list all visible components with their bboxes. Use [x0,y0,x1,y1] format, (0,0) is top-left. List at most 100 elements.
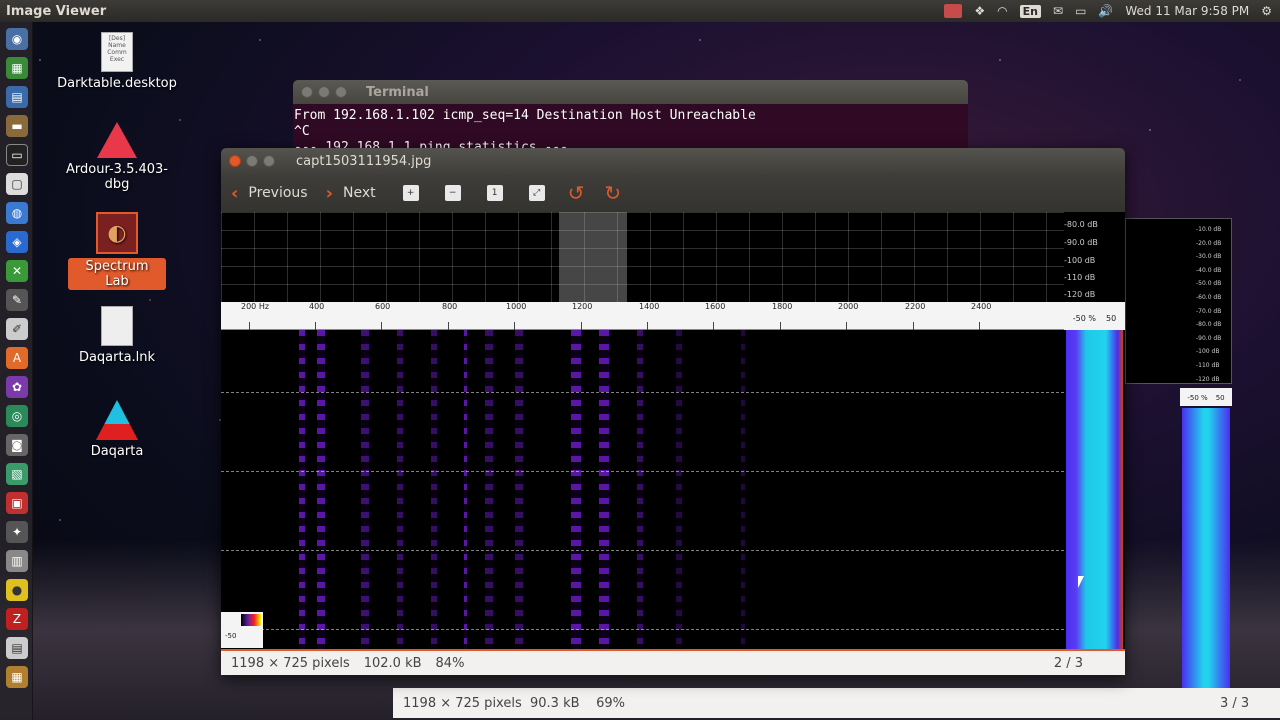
normal-size-button[interactable]: 1 [486,185,503,201]
ardour-logo-icon [97,122,137,158]
chrome-app-icon[interactable]: ◎ [6,405,28,427]
desktop-icon-label: Daqarta.lnk [78,350,156,365]
zoom-level: 69% [596,695,625,711]
satellite-dish-icon: ◐ [96,212,138,254]
desktop-icon-label: Daqarta [90,444,144,459]
record-indicator-icon[interactable] [944,4,963,18]
media-app-icon[interactable]: ▣ [6,492,28,514]
tools-app-icon[interactable]: ✕ [6,260,28,282]
browser-app-icon[interactable]: ◍ [6,202,28,224]
zoom-in-button[interactable]: + [402,185,419,201]
viewer-titlebar[interactable]: capt1503111954.jpg [221,148,1125,174]
desktop-icon-spectrum-lab[interactable]: ◐ Spectrum Lab [68,212,166,290]
level-meter-ruler: -50 % 50 [1064,302,1125,330]
color-app-icon[interactable]: ✿ [6,376,28,398]
maximize-icon[interactable] [335,86,347,98]
desktop-icon-ardour[interactable]: Ardour-3.5.403-dbg [54,122,180,192]
waterfall-marker-line [221,550,1064,551]
level-meter [1066,330,1123,649]
terminal-app-icon[interactable]: ▭ [6,144,28,166]
close-icon[interactable] [229,155,241,167]
desktop-icon-daqarta-lnk[interactable]: Daqarta.lnk [76,306,158,365]
waterfall-trace [599,330,609,649]
spectrum-grid [221,212,1064,302]
waterfall-trace [676,330,682,649]
image-viewer-window[interactable]: capt1503111954.jpg ‹ Previous › Next + −… [221,148,1125,675]
rotate-left-button[interactable]: ↺ [568,181,585,205]
rotate-right-button[interactable]: ↻ [604,181,621,205]
bulb-app-icon[interactable]: ● [6,579,28,601]
image-file-size: 102.0 kB [363,655,422,671]
mouse-pointer [1078,576,1084,588]
active-app-title: Image Viewer [6,3,107,19]
notes-app-icon[interactable]: ✐ [6,318,28,340]
spreadsheet-app-icon[interactable]: ▦ [6,57,28,79]
daqarta-logo-icon [96,400,138,440]
wand-app-icon[interactable]: ✦ [6,521,28,543]
image-dimensions: 1198 × 725 pixels [231,655,350,671]
waterfall-trace [299,330,305,649]
filezilla-app-icon[interactable]: Z [6,608,28,630]
waterfall-trace [464,330,467,649]
next-button[interactable]: › Next [326,183,376,204]
back-meter-ruler: -50 % 50 [1180,388,1232,406]
network-app-icon[interactable]: ◈ [6,231,28,253]
frequency-selection-highlight [559,212,627,302]
writer-app-icon[interactable]: ▤ [6,86,28,108]
mail-app-icon[interactable]: ▤ [6,637,28,659]
waterfall-trace [485,330,493,649]
clock[interactable]: Wed 11 Mar 9:58 PM [1125,4,1249,18]
battery-icon[interactable]: ▭ [1075,4,1086,18]
previous-label: Previous [248,185,308,201]
waterfall-trace [361,330,369,649]
printer-app-icon[interactable]: ▥ [6,550,28,572]
desktop-icon-label: Spectrum Lab [68,258,166,290]
minimize-icon[interactable] [246,155,258,167]
waterfall-trace [515,330,523,649]
maximize-icon[interactable] [263,155,275,167]
image-counter: 3 / 3 [1220,695,1250,711]
waterfall-trace [317,330,325,649]
waterfall-trace [397,330,403,649]
mail-icon[interactable]: ✉ [1053,4,1063,18]
best-fit-button[interactable]: ⤢ [528,185,545,201]
previous-button[interactable]: ‹ Previous [231,183,308,204]
waterfall-trace [741,330,745,649]
camera-app-icon[interactable]: ◙ [6,434,28,456]
minimize-icon[interactable] [318,86,330,98]
gear-icon[interactable]: ⚙ [1261,4,1272,18]
image-dimensions: 1198 × 725 pixels [403,695,522,711]
top-panel: Image Viewer ❖ ◠ En ✉ ▭ 🔊 Wed 11 Mar 9:5… [0,0,1280,22]
trash-icon[interactable]: ▦ [6,666,28,688]
zoom-out-button[interactable]: − [444,185,461,201]
files-app-icon[interactable]: ▬ [6,115,28,137]
desktop-icon-label: Darktable.desktop [57,76,177,91]
desktop-icon-daqarta[interactable]: Daqarta [88,400,146,459]
waterfall-trace [571,330,581,649]
image-file-size: 90.3 kB [530,695,580,711]
volume-icon[interactable]: 🔊 [1098,4,1113,18]
desktop-icon-darktable[interactable]: [Des] Name Comm Exec Darktable.desktop [56,32,178,91]
next-label: Next [343,185,376,201]
back-db-scale: -10.0 dB -20.0 dB -30.0 dB -40.0 dB -50.0 dB… [1196,226,1222,383]
back-spectrum-plot: -10.0 dB -20.0 dB -30.0 dB -40.0 dB -50.0 dB… [1125,218,1232,384]
image-canvas[interactable]: -80.0 dB -90.0 dB -100 dB -110 dB -120 d… [221,212,1125,649]
close-icon[interactable] [301,86,313,98]
waterfall-trace [431,330,437,649]
dropbox-icon[interactable]: ❖ [974,4,985,18]
db-scale: -80.0 dB -90.0 dB -100 dB -110 dB -120 d… [1064,220,1098,299]
terminal-titlebar[interactable]: Terminal [293,80,968,104]
keyboard-layout-indicator[interactable]: En [1019,4,1041,18]
waterfall-marker-line [221,392,1064,393]
waterfall-trace [637,330,643,649]
frequency-ruler: 200 Hz 400 600 800 1000 1200 1400 1600 1… [221,302,1064,330]
viewer-status-bar: 1198 × 725 pixels 102.0 kB 84% 2 / 3 [221,649,1125,675]
text-editor-icon[interactable]: ▢ [6,173,28,195]
wrench-app-icon[interactable]: ✎ [6,289,28,311]
dash-home-icon[interactable]: ◉ [6,28,28,50]
wifi-icon[interactable]: ◠ [997,4,1007,18]
terminal-title: Terminal [366,84,429,100]
software-center-icon[interactable]: A [6,347,28,369]
document-app-icon[interactable]: ▧ [6,463,28,485]
viewer-title: capt1503111954.jpg [296,153,432,169]
